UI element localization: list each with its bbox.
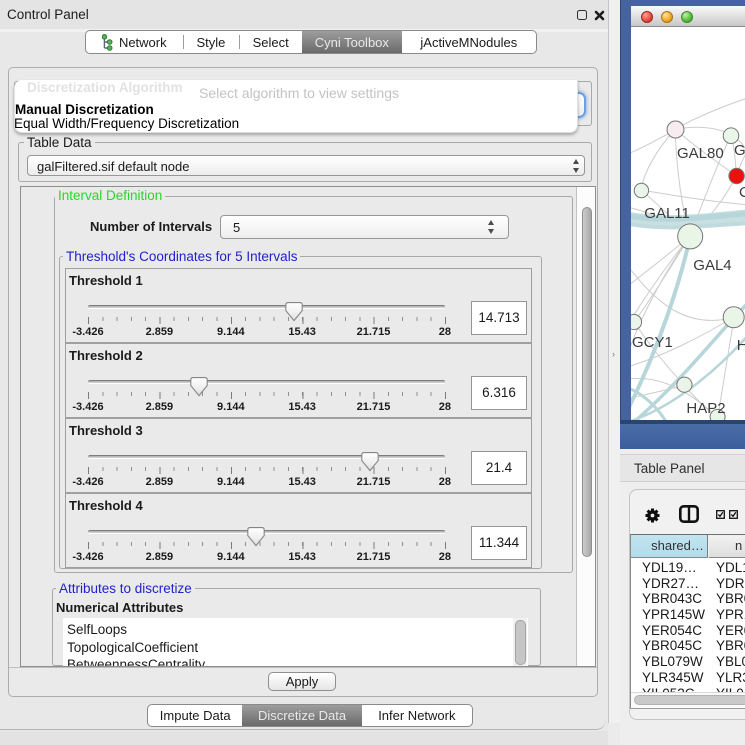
svg-text:GAL4: GAL4	[693, 257, 731, 274]
svg-text:GAL11: GAL11	[644, 205, 690, 222]
svg-text:H: H	[737, 337, 745, 354]
svg-text:GAL80: GAL80	[677, 145, 724, 162]
svg-text:GA: GA	[734, 142, 745, 159]
svg-text:C: C	[739, 184, 745, 201]
svg-text:GCY1: GCY1	[632, 334, 673, 351]
svg-text:HAP2: HAP2	[686, 400, 725, 417]
